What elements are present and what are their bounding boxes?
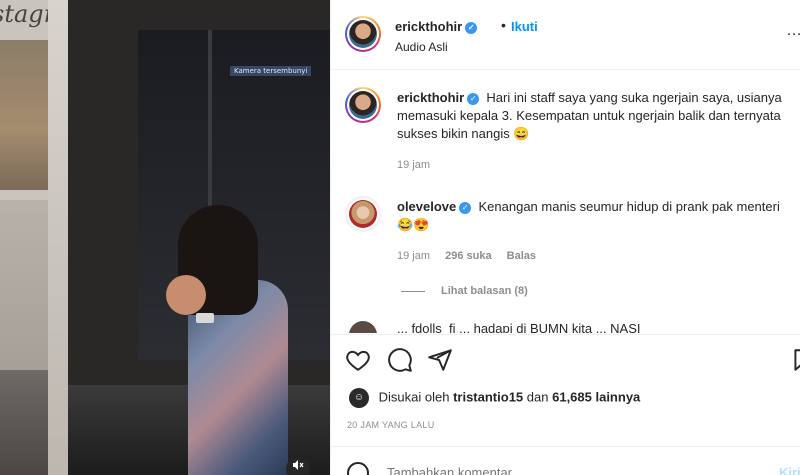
follow-button[interactable]: Ikuti [511,19,538,34]
comment-likes-count[interactable]: 296 suka [445,250,491,262]
audio-link[interactable]: Audio Asli [395,40,448,54]
commenter-avatar[interactable] [345,196,381,232]
backdrop-image-bottom [0,370,48,475]
camera-label: Kamera tersembunyi [230,66,312,76]
caption-author-username[interactable]: erickthohir [397,90,464,105]
backdrop-image-top [0,40,48,190]
verified-badge-icon: ✓ [467,92,480,105]
post-video[interactable]: Kamera tersembunyi [48,0,330,475]
liker-username[interactable]: tristantio15 [453,389,523,404]
partially-visible-comment-text: ... fdolls_fi ... hadapi di BUMN kita ..… [397,321,641,333]
video-person-watch [196,313,214,323]
caption-author-avatar[interactable] [345,87,381,123]
speaker-muted-icon[interactable] [286,457,310,475]
liked-by-prefix: Disukai oleh [378,389,450,405]
like-heart-icon[interactable] [345,347,371,373]
commenter-avatar[interactable] [349,321,377,333]
comment-bubble-icon[interactable] [387,347,413,373]
commenter-username[interactable]: olevelove [397,199,456,214]
post-comment-button[interactable]: Kirim [779,465,800,475]
post-header: erickthohir✓ • Ikuti Audio Asli … [331,0,800,70]
partially-visible-comment: ... fdolls_fi ... hadapi di BUMN kita ..… [349,321,789,333]
replies-divider [401,290,425,292]
comment-reply-button[interactable]: Balas [507,250,536,262]
author-username-text[interactable]: erickthohir [395,19,462,34]
verified-badge-icon: ✓ [459,201,472,214]
comment-meta: 19 jam 296 suka Balas [397,250,548,262]
instagram-logo-text: stagra [0,0,48,28]
add-comment-bar: Kirim [331,446,800,475]
video-person-hands [166,275,206,315]
caption-timestamp[interactable]: 19 jam [397,159,430,171]
comment-input[interactable] [387,465,717,475]
comment-text: olevelove ✓ Kenangan manis seumur hidup d… [397,198,797,234]
emoji-picker-icon[interactable] [347,462,369,475]
speaker-muted-glyph [293,460,304,470]
share-send-icon[interactable] [427,347,453,373]
view-replies-button[interactable]: Lihat balasan (8) [401,285,528,297]
separator-dot: • [501,17,506,33]
author-username[interactable]: erickthohir ✓ [395,19,478,34]
video-wall [48,0,68,475]
comment-timestamp[interactable]: 19 jam [397,250,430,262]
more-options-icon[interactable]: … [786,22,800,40]
caption-text: erickthohir ✓ Hari ini staff saya yang su… [397,89,797,143]
liked-by-and: dan [526,389,549,405]
caption-meta: 19 jam [397,159,442,171]
liked-by-summary[interactable]: ☺ Disukai oleh tristantio15 dan 61,685 l… [349,388,640,408]
comments-section: erickthohir ✓ Hari ini staff saya yang su… [331,71,800,333]
post-date[interactable]: 20 JAM YANG LALU [347,420,435,430]
save-bookmark-icon[interactable] [790,347,800,373]
others-like-count[interactable]: 61,685 lainnya [552,389,640,404]
liker-avatar[interactable]: ☺ [349,388,369,408]
view-replies-label[interactable]: Lihat balasan (8) [441,285,528,297]
author-avatar[interactable] [345,16,381,52]
previous-post-backdrop: stagra [0,0,48,475]
action-bar [331,334,800,384]
post-panel: erickthohir✓ • Ikuti Audio Asli … erickt… [330,0,800,475]
verified-badge-icon: ✓ [465,21,478,34]
